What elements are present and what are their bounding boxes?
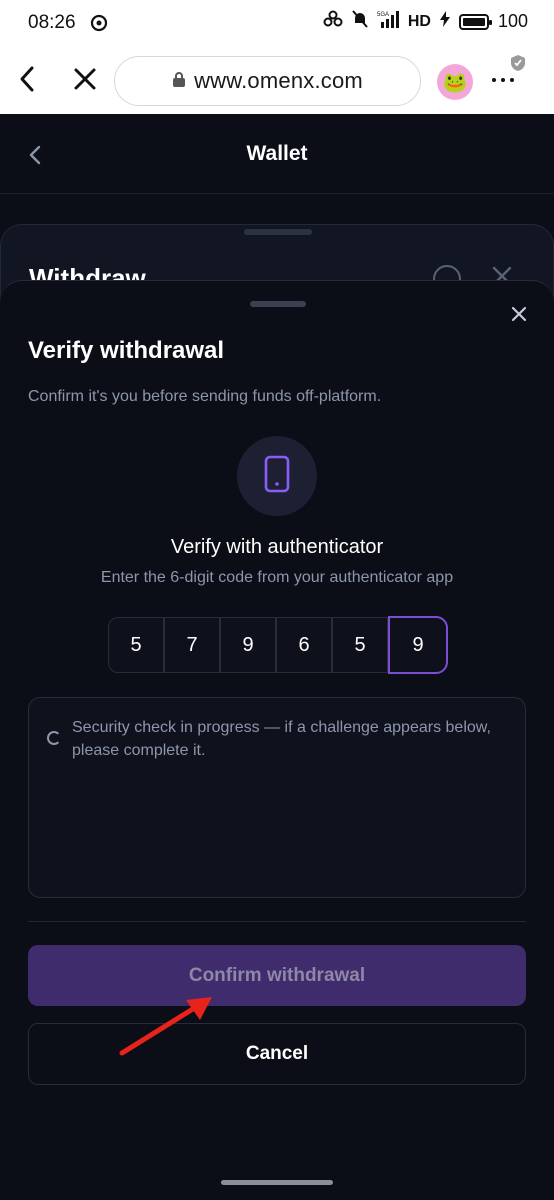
auth-title: Verify with authenticator	[170, 536, 384, 558]
charging-icon	[439, 11, 450, 32]
cancel-button[interactable]: Cancel	[28, 1023, 526, 1085]
mute-bell-icon	[352, 10, 368, 33]
status-icons: 5GA HD 100	[323, 10, 528, 33]
otp-digit-4[interactable]: 6	[276, 617, 332, 673]
network-type: HD	[407, 12, 431, 30]
otp-digit-1[interactable]: 5	[108, 617, 164, 673]
link-icon	[323, 10, 343, 33]
annotation-arrow-icon	[116, 990, 220, 1065]
sheet-title: Verify withdrawal	[28, 337, 225, 364]
verify-withdrawal-sheet: Verify withdrawal Confirm it's you befor…	[0, 280, 554, 1200]
hotspot-icon	[90, 14, 108, 37]
battery-icon	[458, 13, 492, 30]
sheet-drag-handle[interactable]	[244, 229, 312, 235]
security-check-panel: Security check in progress — if a challe…	[28, 697, 526, 898]
security-check-message: Security check in progress — if a challe…	[72, 719, 491, 759]
profile-avatar[interactable]: 🐸	[437, 64, 473, 100]
frog-avatar-icon: 🐸	[442, 71, 468, 94]
battery-level: 100	[497, 11, 528, 31]
browser-back-icon[interactable]	[16, 64, 38, 99]
address-bar[interactable]: www.omenx.com	[114, 56, 421, 106]
loading-spinner-icon	[47, 731, 61, 745]
phone-icon	[263, 455, 291, 498]
shield-badge-icon	[510, 54, 526, 77]
browser-close-icon[interactable]	[72, 66, 98, 97]
wallet-title: Wallet	[246, 142, 308, 165]
status-time: 08:26	[28, 12, 76, 33]
home-indicator[interactable]	[221, 1180, 333, 1185]
signal-label: 5GA	[377, 12, 389, 18]
otp-digit-3[interactable]: 9	[220, 617, 276, 673]
lock-icon	[172, 71, 186, 92]
otp-digit-6[interactable]: 9	[388, 616, 448, 674]
otp-digit-2[interactable]: 7	[164, 617, 220, 673]
url-text: www.omenx.com	[194, 68, 363, 93]
sheet-drag-handle[interactable]	[250, 301, 306, 307]
authenticator-badge	[237, 436, 317, 516]
otp-digit-5[interactable]: 5	[332, 617, 388, 673]
status-bar: 08:26 5GA HD 100	[0, 0, 554, 46]
confirm-withdrawal-button[interactable]: Confirm withdrawal	[28, 945, 526, 1006]
sheet-subtitle: Confirm it's you before sending funds of…	[28, 388, 382, 405]
close-icon[interactable]	[510, 305, 528, 328]
otp-code-input[interactable]: 5 7 9 6 5 9	[108, 616, 448, 675]
browser-toolbar: www.omenx.com 🐸	[0, 46, 554, 114]
signal-icon: 5GA	[377, 10, 399, 33]
more-options-icon[interactable]	[492, 78, 514, 82]
divider	[28, 921, 526, 922]
wallet-header: Wallet	[0, 114, 554, 194]
auth-description: Enter the 6-digit code from your authent…	[100, 569, 454, 586]
